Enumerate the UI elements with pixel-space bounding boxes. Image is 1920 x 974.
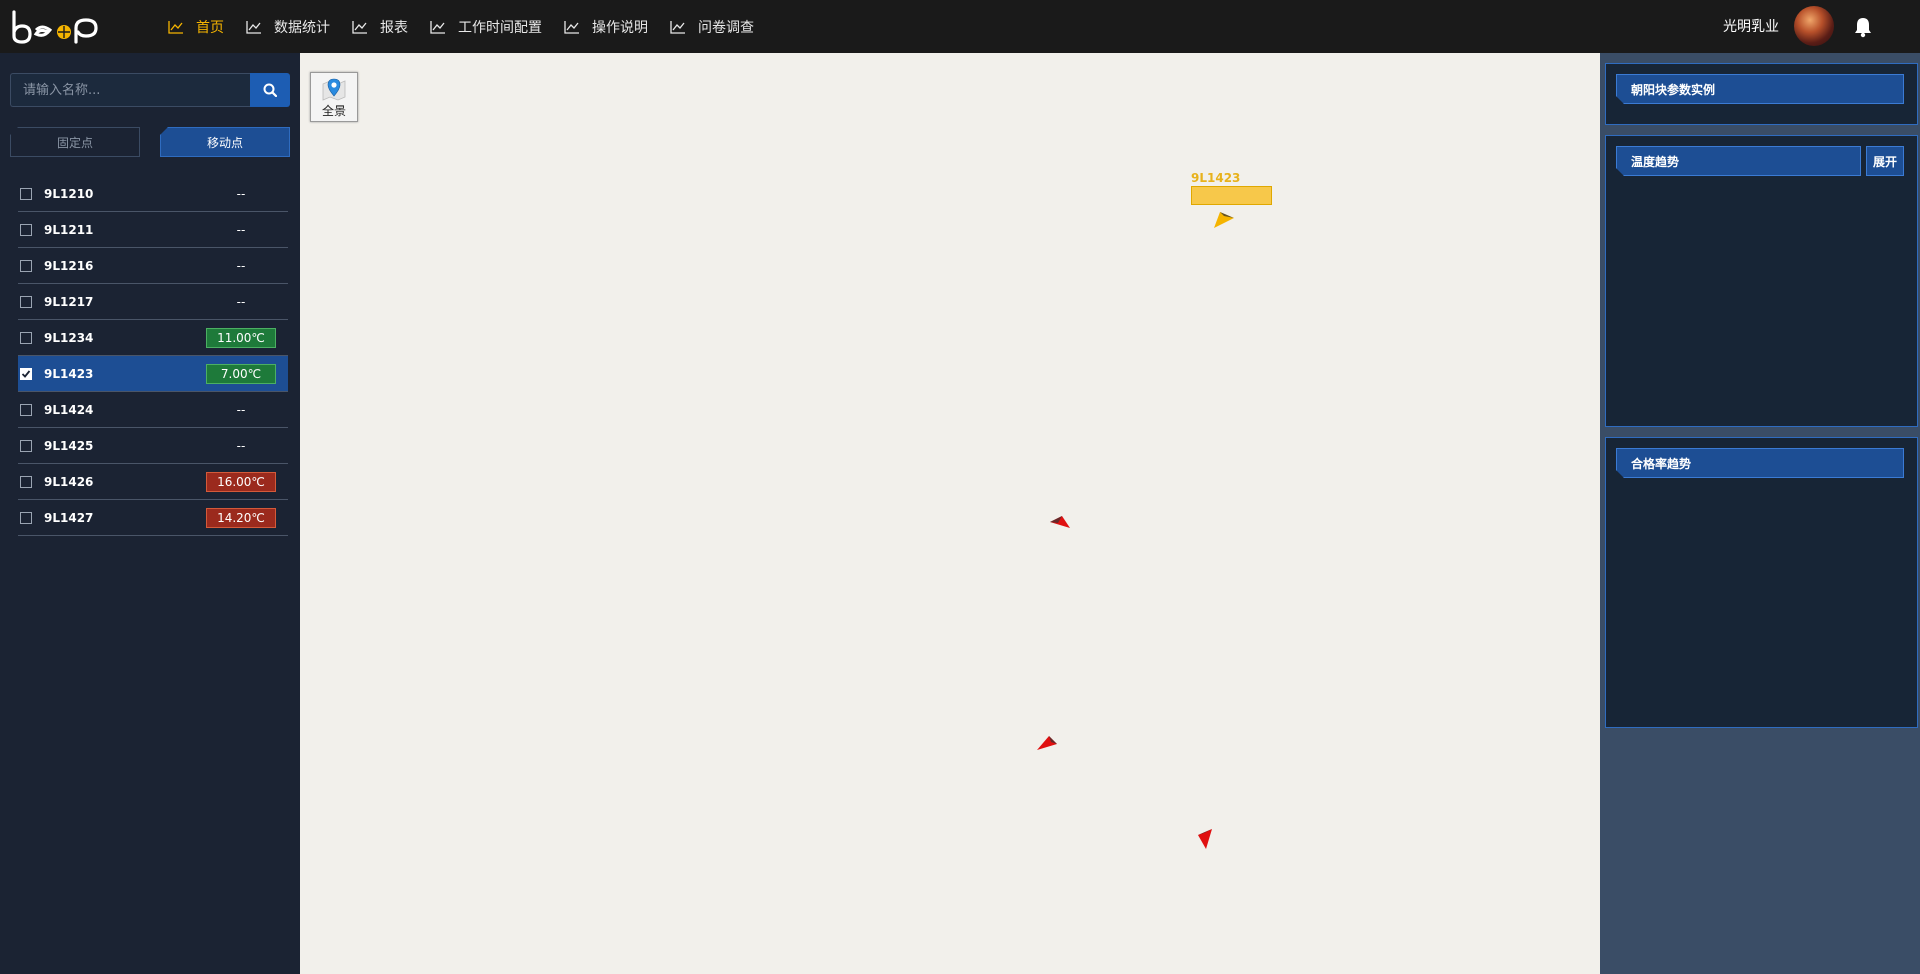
list-item[interactable]: 9L1424 -- bbox=[18, 392, 288, 428]
vehicle-marker-icon[interactable] bbox=[1212, 206, 1236, 230]
chart-line-icon bbox=[246, 20, 261, 34]
vehicle-info-box[interactable] bbox=[1191, 186, 1272, 205]
list-item[interactable]: 9L1217 -- bbox=[18, 284, 288, 320]
list-item[interactable]: 9L1426 16.00℃ bbox=[18, 464, 288, 500]
list-item[interactable]: 9L1427 14.20℃ bbox=[18, 500, 288, 536]
nav-label: 报表 bbox=[380, 19, 408, 36]
map-canvas[interactable]: 全景 9L1423 bbox=[300, 53, 1600, 974]
tab-fixed-points[interactable]: 固定点 bbox=[10, 127, 140, 157]
item-name: 9L1425 bbox=[44, 438, 94, 453]
temperature-badge: 14.20℃ bbox=[206, 507, 276, 528]
item-name: 9L1210 bbox=[44, 186, 94, 201]
expand-button[interactable]: 展开 bbox=[1866, 146, 1904, 176]
sidebar: 固定点 移动点 9L1210 -- 9L1211 -- 9L1216 -- 9L… bbox=[0, 53, 300, 974]
nav-home[interactable]: 首页 bbox=[168, 17, 224, 37]
chart-line-icon bbox=[430, 20, 445, 34]
item-temperature: -- bbox=[236, 258, 246, 273]
list-item[interactable]: 9L1210 -- bbox=[18, 176, 288, 212]
checkbox[interactable] bbox=[20, 331, 32, 344]
check-icon bbox=[21, 369, 31, 378]
list-item[interactable]: 9L1423 7.00℃ bbox=[18, 356, 288, 392]
card-title: 朝阳块参数实例 bbox=[1616, 74, 1904, 104]
list-item[interactable]: 9L1211 -- bbox=[18, 212, 288, 248]
temperature-badge: 7.00℃ bbox=[206, 363, 276, 384]
vehicle-marker-icon[interactable] bbox=[1196, 825, 1214, 851]
location-pin-icon bbox=[322, 78, 346, 101]
nav-label: 首页 bbox=[196, 19, 224, 36]
checkbox[interactable] bbox=[20, 403, 32, 416]
nav-instructions[interactable]: 操作说明 bbox=[564, 17, 648, 37]
nav-reports[interactable]: 报表 bbox=[352, 17, 408, 37]
item-name: 9L1217 bbox=[44, 294, 94, 309]
checkbox[interactable] bbox=[20, 295, 32, 308]
panorama-button[interactable]: 全景 bbox=[310, 72, 358, 122]
vehicle-list: 9L1210 -- 9L1211 -- 9L1216 -- 9L1217 -- … bbox=[18, 176, 288, 536]
top-nav-bar: 首页 数据统计 报表 工作时间配置 操作说明 问卷调查 光明乳业 bbox=[0, 0, 1920, 53]
temperature-badge: 16.00℃ bbox=[206, 471, 276, 492]
item-name: 9L1426 bbox=[44, 474, 94, 489]
checkbox[interactable] bbox=[20, 223, 32, 236]
user-name[interactable]: 光明乳业 bbox=[1723, 16, 1779, 36]
search-box bbox=[10, 73, 250, 107]
item-name: 9L1427 bbox=[44, 510, 94, 525]
chart-line-icon bbox=[168, 20, 183, 34]
vehicle-label: 9L1423 bbox=[1191, 171, 1241, 185]
item-name: 9L1216 bbox=[44, 258, 94, 273]
right-panel: 朝阳块参数实例 温度趋势 展开 合格率趋势 bbox=[1600, 53, 1920, 974]
temperature-trend-card: 温度趋势 展开 bbox=[1605, 135, 1918, 427]
checkbox[interactable] bbox=[20, 439, 32, 452]
vehicle-marker-icon[interactable] bbox=[1035, 734, 1059, 752]
checkbox[interactable] bbox=[20, 259, 32, 272]
nav-label: 问卷调查 bbox=[698, 19, 754, 36]
item-name: 9L1211 bbox=[44, 222, 94, 237]
checkbox[interactable] bbox=[20, 367, 32, 380]
list-item[interactable]: 9L1234 11.00℃ bbox=[18, 320, 288, 356]
logo[interactable] bbox=[10, 8, 110, 44]
card-title: 温度趋势 bbox=[1616, 146, 1861, 176]
item-temperature: -- bbox=[236, 438, 246, 453]
list-item[interactable]: 9L1216 -- bbox=[18, 248, 288, 284]
checkbox[interactable] bbox=[20, 187, 32, 200]
nav-survey[interactable]: 问卷调查 bbox=[670, 17, 754, 37]
nav-label: 数据统计 bbox=[274, 19, 330, 36]
item-temperature: -- bbox=[236, 222, 246, 237]
panorama-label: 全景 bbox=[321, 104, 346, 118]
nav-label: 操作说明 bbox=[592, 19, 648, 36]
pass-rate-trend-card: 合格率趋势 bbox=[1605, 437, 1918, 728]
chart-line-icon bbox=[564, 20, 579, 34]
item-name: 9L1423 bbox=[44, 366, 94, 381]
bell-icon[interactable] bbox=[1853, 16, 1873, 38]
list-item[interactable]: 9L1425 -- bbox=[18, 428, 288, 464]
checkbox[interactable] bbox=[20, 511, 32, 524]
tab-mobile-points[interactable]: 移动点 bbox=[160, 127, 290, 157]
card-title: 合格率趋势 bbox=[1616, 448, 1904, 478]
nav-label: 工作时间配置 bbox=[458, 19, 542, 36]
item-name: 9L1424 bbox=[44, 402, 94, 417]
checkbox[interactable] bbox=[20, 475, 32, 488]
main-nav: 首页 数据统计 报表 工作时间配置 操作说明 问卷调查 bbox=[168, 0, 776, 53]
avatar[interactable] bbox=[1794, 6, 1834, 46]
param-instance-card: 朝阳块参数实例 bbox=[1605, 63, 1918, 125]
item-name: 9L1234 bbox=[44, 330, 94, 345]
chart-line-icon bbox=[352, 20, 367, 34]
item-temperature: -- bbox=[236, 294, 246, 309]
nav-data-stats[interactable]: 数据统计 bbox=[246, 17, 330, 37]
item-temperature: -- bbox=[236, 402, 246, 417]
item-temperature: -- bbox=[236, 186, 246, 201]
search-icon bbox=[263, 83, 277, 97]
nav-work-time-config[interactable]: 工作时间配置 bbox=[430, 17, 542, 37]
vehicle-marker-icon[interactable] bbox=[1048, 514, 1072, 530]
chart-line-icon bbox=[670, 20, 685, 34]
search-input[interactable] bbox=[11, 74, 250, 106]
search-button[interactable] bbox=[250, 73, 290, 107]
temperature-badge: 11.00℃ bbox=[206, 327, 276, 348]
